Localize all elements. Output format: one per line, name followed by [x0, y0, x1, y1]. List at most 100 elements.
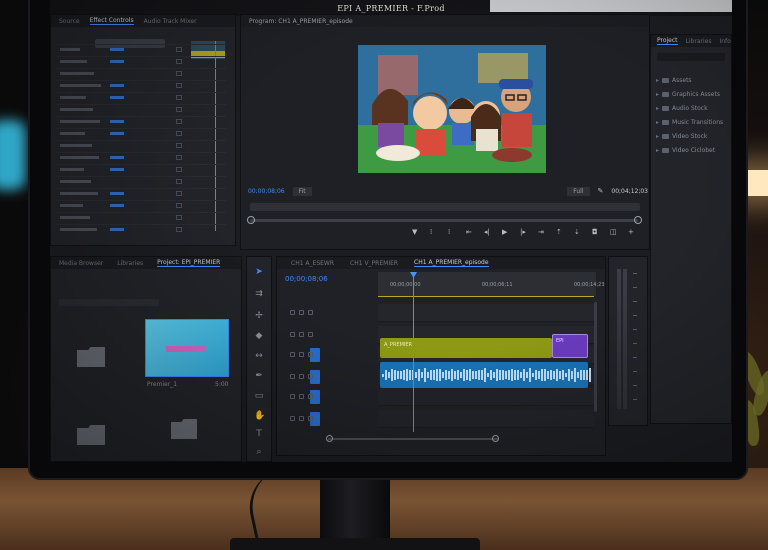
property-value[interactable]: [110, 192, 124, 195]
project-tree-item[interactable]: ▸ Audio Stock: [656, 104, 708, 112]
selection-tool-icon[interactable]: ➤: [254, 267, 264, 277]
sync-icon[interactable]: [308, 332, 313, 337]
go-to-in-icon[interactable]: ⇤: [466, 228, 472, 236]
tab-project[interactable]: Project: [657, 37, 678, 45]
tab-sequence-1[interactable]: CH1 A_ESEWR: [291, 260, 334, 267]
eye-icon[interactable]: [299, 374, 304, 379]
keyframe-toggle-icon[interactable]: [176, 227, 182, 232]
keyframe-toggle-icon[interactable]: [176, 215, 182, 220]
timeline-scrollbar[interactable]: [328, 438, 498, 440]
tab-project-bottom[interactable]: Project: EPI_PREMIER: [157, 259, 221, 267]
play-icon[interactable]: ▶: [502, 228, 507, 236]
add-icon[interactable]: +: [628, 228, 634, 236]
track-lane[interactable]: [378, 388, 594, 406]
folder-icon[interactable]: [77, 425, 105, 445]
property-value[interactable]: [110, 168, 124, 171]
lock-icon[interactable]: [290, 394, 295, 399]
lock-icon[interactable]: [290, 310, 295, 315]
tab-program[interactable]: Program: CH1 A_PREMIER_episode: [249, 18, 353, 25]
property-value[interactable]: [110, 84, 124, 87]
scroll-handle-left[interactable]: [326, 435, 333, 442]
in-point-icon[interactable]: ⁞: [430, 228, 432, 236]
eye-icon[interactable]: [299, 332, 304, 337]
lift-icon[interactable]: ⇡: [556, 228, 562, 236]
audio-clip[interactable]: [380, 362, 591, 388]
timeline-timecode[interactable]: 00;00;08;06: [285, 275, 328, 283]
project-tree-item[interactable]: ▸ Music Transitions: [656, 118, 723, 126]
property-value[interactable]: [110, 120, 124, 123]
wrench-icon[interactable]: ✎: [598, 187, 604, 195]
eye-icon[interactable]: [299, 352, 304, 357]
sync-icon[interactable]: [308, 416, 313, 421]
program-scrub-area[interactable]: [250, 203, 640, 211]
slip-tool-icon[interactable]: ↔: [254, 351, 264, 361]
go-to-out-icon[interactable]: ⇥: [538, 228, 544, 236]
chevron-right-icon[interactable]: ▸: [656, 91, 659, 98]
keyframe-toggle-icon[interactable]: [176, 191, 182, 196]
program-zoom-bar[interactable]: [250, 219, 638, 222]
export-frame-icon[interactable]: ◘: [592, 228, 598, 236]
tab-libraries[interactable]: Libraries: [686, 38, 712, 45]
scroll-handle-right[interactable]: [492, 435, 499, 442]
property-value[interactable]: [110, 228, 124, 231]
chevron-right-icon[interactable]: ▸: [656, 133, 659, 140]
zoom-handle-right[interactable]: [634, 216, 642, 224]
property-value[interactable]: [110, 96, 124, 99]
zoom-handle-left[interactable]: [247, 216, 255, 224]
keyframe-toggle-icon[interactable]: [176, 71, 182, 76]
project-tree-item[interactable]: ▸ Video Ciclobet: [656, 146, 715, 154]
keyframe-toggle-icon[interactable]: [176, 95, 182, 100]
keyframe-toggle-icon[interactable]: [176, 179, 182, 184]
sync-icon[interactable]: [308, 394, 313, 399]
razor-tool-icon[interactable]: ◆: [254, 331, 264, 341]
keyframe-toggle-icon[interactable]: [176, 203, 182, 208]
marker-icon[interactable]: ▼: [412, 228, 417, 236]
title-clip[interactable]: EPI: [552, 334, 588, 358]
keyframe-toggle-icon[interactable]: [176, 119, 182, 124]
ripple-edit-icon[interactable]: ✢: [254, 311, 264, 321]
tab-libraries-bottom[interactable]: Libraries: [117, 260, 143, 267]
property-value[interactable]: [110, 60, 124, 63]
playhead-line[interactable]: [413, 276, 414, 432]
keyframe-toggle-icon[interactable]: [176, 167, 182, 172]
step-back-icon[interactable]: ◂|: [484, 228, 490, 236]
hand-tool-icon[interactable]: ✋: [254, 411, 265, 421]
property-value[interactable]: [110, 204, 124, 207]
lock-icon[interactable]: [290, 374, 295, 379]
tab-source[interactable]: Source: [59, 18, 80, 25]
keyframe-toggle-icon[interactable]: [176, 83, 182, 88]
step-forward-icon[interactable]: |▸: [520, 228, 526, 236]
track-lane[interactable]: [378, 304, 594, 322]
work-area-bar[interactable]: [378, 296, 594, 297]
sync-icon[interactable]: [308, 352, 313, 357]
zoom-tool-icon[interactable]: ⌕: [254, 447, 264, 457]
eye-icon[interactable]: [299, 394, 304, 399]
type-tool-icon[interactable]: T: [254, 429, 264, 439]
chevron-right-icon[interactable]: ▸: [656, 105, 659, 112]
lock-icon[interactable]: [290, 416, 295, 421]
keyframe-toggle-icon[interactable]: [176, 143, 182, 148]
quality-dropdown[interactable]: Full: [567, 186, 590, 196]
chevron-right-icon[interactable]: ▸: [656, 119, 659, 126]
sync-icon[interactable]: [308, 374, 313, 379]
project-tree-item[interactable]: ▸ Assets: [656, 76, 692, 84]
track-lane[interactable]: [378, 410, 594, 428]
project-search-input[interactable]: [657, 53, 725, 61]
extract-icon[interactable]: ⇣: [574, 228, 580, 236]
tab-audio-mixer[interactable]: Audio Track Mixer: [144, 18, 197, 25]
property-value[interactable]: [110, 48, 124, 51]
tab-effect-controls[interactable]: Effect Controls: [89, 17, 134, 25]
clip-thumbnail[interactable]: [145, 319, 229, 377]
project-tree-item[interactable]: ▸ Graphics Assets: [656, 90, 720, 98]
eye-icon[interactable]: [299, 416, 304, 421]
lock-icon[interactable]: [290, 352, 295, 357]
folder-icon[interactable]: [171, 419, 197, 439]
track-select-icon[interactable]: ⇉: [254, 289, 264, 299]
media-search-input[interactable]: [59, 299, 159, 306]
rectangle-tool-icon[interactable]: ▭: [254, 391, 264, 401]
chevron-right-icon[interactable]: ▸: [656, 77, 659, 84]
property-value[interactable]: [110, 156, 124, 159]
timeline-vertical-scrollbar[interactable]: [594, 302, 597, 412]
keyframe-toggle-icon[interactable]: [176, 59, 182, 64]
sync-icon[interactable]: [308, 310, 313, 315]
